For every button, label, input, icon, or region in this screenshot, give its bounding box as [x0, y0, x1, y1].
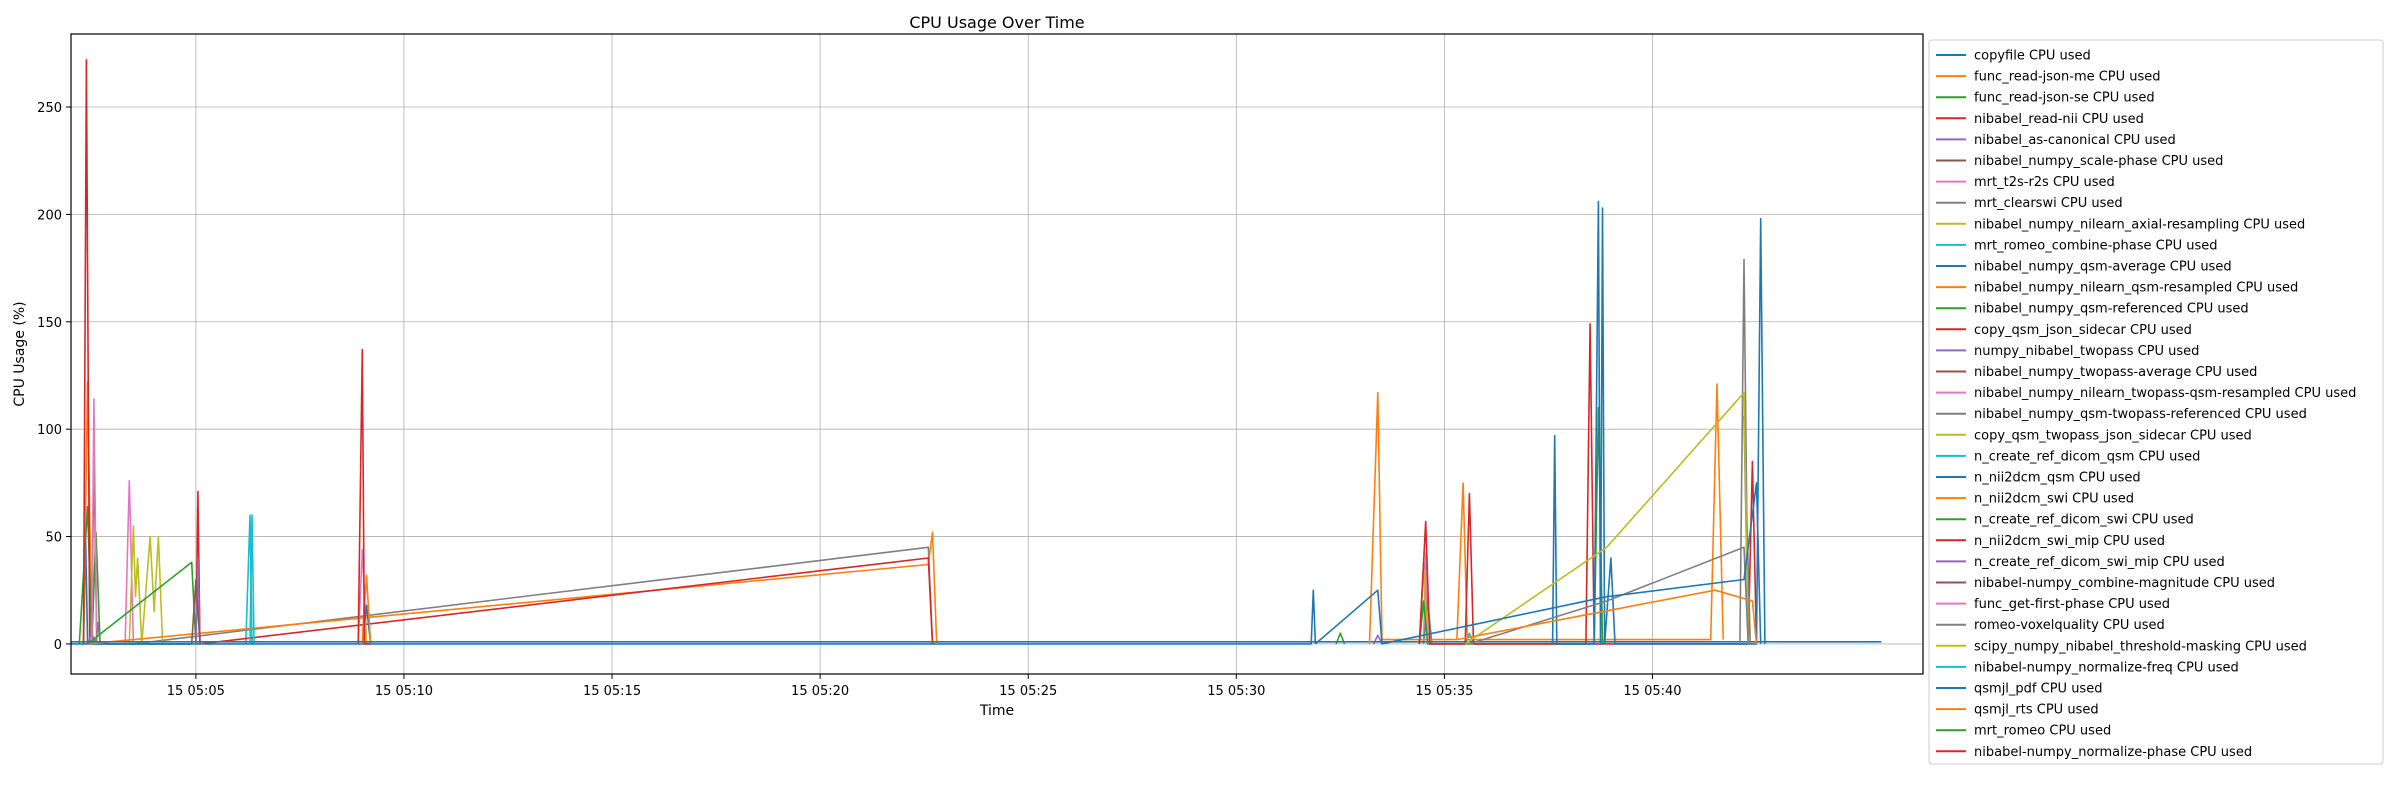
x-tick-label: 15 05:20 [791, 684, 849, 699]
legend-entry: romeo-voxelquality CPU used [1974, 618, 2165, 633]
x-tick-label: 15 05:40 [1623, 684, 1681, 699]
legend-entry: nibabel_numpy_qsm-twopass-referenced CPU… [1974, 407, 2307, 422]
legend-entry: nibabel_numpy_scale-phase CPU used [1974, 154, 2223, 169]
y-axis-label: CPU Usage (%) [12, 301, 28, 406]
y-tick-label: 100 [37, 423, 62, 438]
legend-entry: nibabel-numpy_normalize-freq CPU used [1974, 660, 2239, 675]
chart: 0 50 100 150 200 250 15 05:05 15 05:10 15 05:15 1… [0, 0, 2400, 800]
legend-entry: func_get-first-phase CPU used [1974, 597, 2170, 612]
x-tick-label: 15 05:25 [999, 684, 1057, 699]
legend-entry: numpy_nibabel_twopass CPU used [1974, 344, 2199, 359]
x-axis-label: Time [979, 703, 1014, 719]
legend-entry: nibabel_numpy_qsm-average CPU used [1974, 260, 2232, 275]
legend-entry: mrt_romeo CPU used [1974, 724, 2111, 739]
y-tick-label: 0 [54, 638, 62, 653]
legend-entry: nibabel_numpy_twopass-average CPU used [1974, 365, 2257, 380]
legend-entry: n_nii2dcm_swi CPU used [1974, 492, 2134, 507]
y-tick-label: 150 [37, 316, 62, 331]
legend-entry: mrt_clearswi CPU used [1974, 196, 2123, 211]
legend-entry: mrt_t2s-r2s CPU used [1974, 175, 2115, 190]
legend-entry: nibabel_numpy_nilearn_twopass-qsm-resamp… [1974, 386, 2356, 401]
legend-entry: nibabel_as-canonical CPU used [1974, 133, 2176, 148]
legend-entry: n_nii2dcm_qsm CPU used [1974, 471, 2141, 486]
x-tick-label: 15 05:35 [1415, 684, 1473, 699]
legend-entry: copy_qsm_json_sidecar CPU used [1974, 323, 2192, 338]
y-tick-label: 50 [45, 531, 62, 546]
legend-entry: n_nii2dcm_swi_mip CPU used [1974, 534, 2165, 549]
legend-entry: mrt_romeo_combine-phase CPU used [1974, 238, 2217, 253]
legend-entry: nibabel-numpy_normalize-phase CPU used [1974, 745, 2252, 760]
legend-entry: n_create_ref_dicom_swi_mip CPU used [1974, 555, 2225, 570]
legend-entry: nibabel_numpy_nilearn_qsm-resampled CPU … [1974, 281, 2298, 296]
legend-entry: scipy_numpy_nibabel_threshold-masking CP… [1974, 639, 2307, 654]
legend-entry: copyfile CPU used [1974, 49, 2091, 64]
legend: copyfile CPU used func_read-json-me CPU u… [1928, 39, 2384, 765]
x-tick-label: 15 05:05 [167, 684, 225, 699]
legend-entry: n_create_ref_dicom_swi CPU used [1974, 513, 2194, 528]
y-tick-label: 200 [37, 208, 62, 223]
legend-entry: func_read-json-me CPU used [1974, 70, 2161, 85]
legend-entry: qsmjl_rts CPU used [1974, 703, 2099, 718]
legend-frame [1928, 39, 2384, 765]
legend-entry: nibabel_read-nii CPU used [1974, 112, 2144, 127]
legend-entry: nibabel_numpy_nilearn_axial-resampling C… [1974, 217, 2305, 232]
legend-entry: func_read-json-se CPU used [1974, 91, 2155, 106]
legend-entry: copy_qsm_twopass_json_sidecar CPU used [1974, 428, 2252, 443]
x-tick-label: 15 05:30 [1207, 684, 1265, 699]
legend-entry: nibabel_numpy_qsm-referenced CPU used [1974, 302, 2249, 317]
chart-svg: 0 50 100 150 200 250 15 05:05 15 05:10 15 05:15 1… [0, 0, 2400, 800]
x-tick-label: 15 05:10 [375, 684, 433, 699]
chart-title: CPU Usage Over Time [909, 13, 1084, 32]
legend-entry: nibabel-numpy_combine-magnitude CPU used [1974, 576, 2275, 591]
legend-entry: n_create_ref_dicom_qsm CPU used [1974, 449, 2200, 464]
legend-entry: qsmjl_pdf CPU used [1974, 682, 2102, 697]
y-tick-label: 250 [37, 101, 62, 116]
x-tick-label: 15 05:15 [583, 684, 641, 699]
